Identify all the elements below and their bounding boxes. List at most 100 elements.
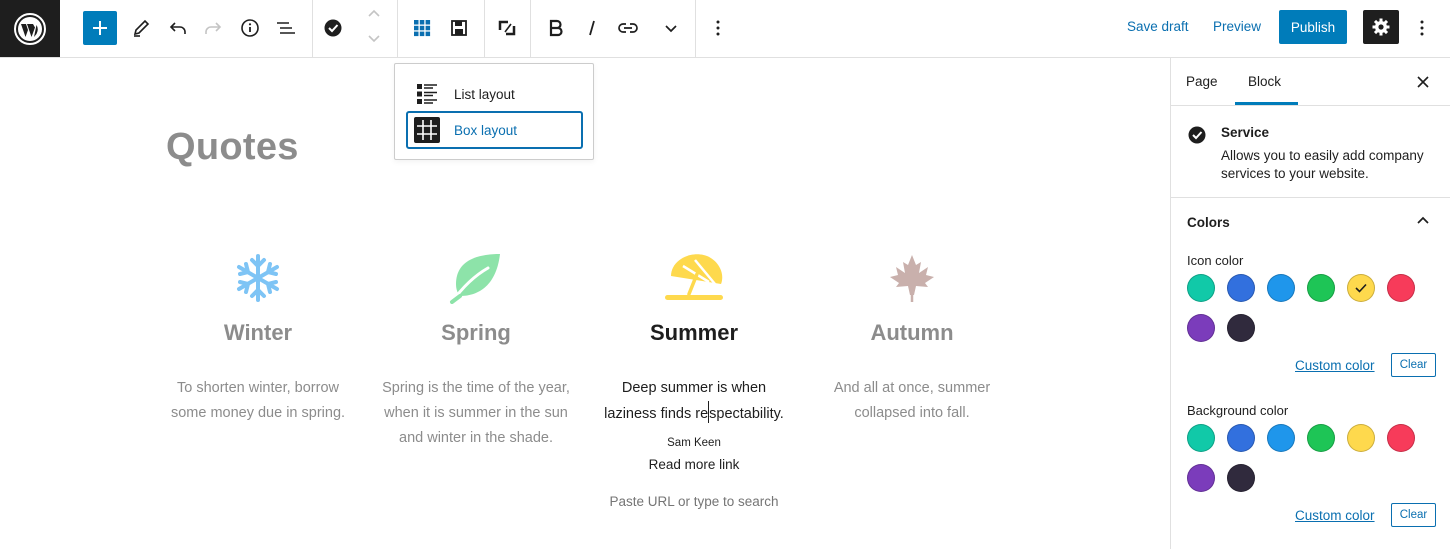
color-swatch[interactable] [1187, 464, 1215, 492]
background-color-palette [1187, 424, 1415, 452]
transform-icon[interactable] [490, 11, 524, 45]
color-swatch[interactable] [1187, 424, 1215, 452]
service-heading[interactable]: Autumn [812, 320, 1012, 346]
snowflake-icon [158, 250, 358, 306]
leaf-icon [376, 250, 576, 306]
toolbar-divider [484, 0, 485, 57]
quote-line-1: Deep summer is when [621, 380, 767, 396]
more-menu-vertical-icon[interactable] [1405, 11, 1439, 45]
colors-panel-header[interactable]: Colors [1171, 198, 1450, 248]
icon-color-palette [1187, 274, 1415, 302]
color-swatch[interactable] [1387, 274, 1415, 302]
block-card: Service Allows you to easily add company… [1171, 106, 1450, 198]
list-layout-option[interactable]: List layout [406, 75, 583, 113]
toolbar-divider [312, 0, 313, 57]
editor-canvas: Quotes Winter To shorten winter, borrow … [0, 58, 1170, 549]
save-draft-button[interactable]: Save draft [1127, 19, 1189, 34]
color-swatch[interactable] [1347, 274, 1375, 302]
publish-button[interactable]: Publish [1279, 10, 1347, 44]
preview-button[interactable]: Preview [1213, 19, 1261, 34]
box-layout-icon [414, 117, 440, 143]
maple-leaf-icon [812, 250, 1012, 306]
close-icon[interactable] [1411, 72, 1435, 92]
quote-author[interactable]: Sam Keen [594, 437, 794, 449]
icon-clear-button[interactable]: Clear [1391, 353, 1436, 377]
more-options-vertical-icon[interactable] [701, 11, 735, 45]
quote-line-2b: spectability. [709, 406, 784, 422]
redo-icon[interactable] [196, 11, 230, 45]
read-more-link[interactable]: Read more link [594, 457, 794, 472]
page-title[interactable]: Quotes [166, 126, 299, 169]
icon-color-label: Icon color [1187, 253, 1244, 268]
active-tab-indicator [1235, 102, 1298, 105]
chevron-up-icon[interactable] [1414, 212, 1432, 235]
grid-layout-icon[interactable] [405, 11, 439, 45]
color-swatch[interactable] [1347, 424, 1375, 452]
color-swatch[interactable] [1267, 424, 1295, 452]
link-icon[interactable] [611, 11, 645, 45]
service-quote-text[interactable]: Deep summer is when laziness finds respe… [594, 376, 794, 427]
list-layout-icon [414, 81, 440, 107]
color-swatch[interactable] [1227, 464, 1255, 492]
service-heading[interactable]: Winter [158, 320, 358, 346]
quote-line-2a: laziness finds re [604, 406, 709, 422]
tab-page[interactable]: Page [1186, 74, 1218, 89]
color-swatch[interactable] [1227, 424, 1255, 452]
service-heading[interactable]: Spring [376, 320, 576, 346]
color-swatch[interactable] [1307, 274, 1335, 302]
color-swatch[interactable] [1307, 424, 1335, 452]
italic-icon[interactable] [575, 11, 609, 45]
block-description: Allows you to easily add company service… [1221, 148, 1424, 181]
color-swatch[interactable] [1187, 314, 1215, 342]
layout-popover: List layout Box layout [394, 63, 594, 160]
undo-icon[interactable] [161, 11, 195, 45]
check-circle-icon[interactable] [316, 11, 350, 45]
service-heading[interactable]: Summer [594, 320, 794, 346]
list-view-icon[interactable] [269, 11, 303, 45]
add-block-button[interactable] [83, 11, 117, 45]
toolbar-divider [695, 0, 696, 57]
more-formats-chevron-down-icon[interactable] [654, 11, 688, 45]
service-column-winter[interactable]: Winter To shorten winter, borrow some mo… [158, 250, 358, 426]
pencil-icon[interactable] [124, 11, 158, 45]
box-layout-option[interactable]: Box layout [406, 111, 583, 149]
gear-icon[interactable] [1363, 10, 1399, 44]
wordpress-logo-icon[interactable] [0, 0, 60, 57]
toolbar-divider [530, 0, 531, 57]
beach-umbrella-icon [594, 250, 794, 306]
save-icon[interactable] [442, 11, 476, 45]
settings-sidebar: Page Block Service Allows you to easily … [1170, 58, 1450, 549]
colors-panel-title: Colors [1187, 215, 1230, 230]
check-circle-icon [1187, 125, 1207, 150]
color-swatch[interactable] [1267, 274, 1295, 302]
move-up-icon[interactable] [362, 4, 386, 27]
color-swatch[interactable] [1227, 314, 1255, 342]
toolbar-divider [397, 0, 398, 57]
background-clear-button[interactable]: Clear [1391, 503, 1436, 527]
background-color-label: Background color [1187, 403, 1289, 418]
checkmark-icon [1355, 283, 1367, 293]
info-icon[interactable] [233, 11, 267, 45]
color-swatch[interactable] [1187, 274, 1215, 302]
color-swatch[interactable] [1227, 274, 1255, 302]
service-column-summer[interactable]: Summer Deep summer is when laziness find… [594, 250, 794, 509]
color-swatch[interactable] [1387, 424, 1415, 452]
background-custom-color-button[interactable]: Custom color [1295, 508, 1375, 523]
service-text[interactable]: And all at once, summer collapsed into f… [812, 376, 1012, 426]
service-column-spring[interactable]: Spring Spring is the time of the year, w… [376, 250, 576, 451]
sidebar-tabs: Page Block [1171, 58, 1450, 106]
bold-icon[interactable] [539, 11, 573, 45]
service-text[interactable]: Spring is the time of the year, when it … [376, 376, 576, 451]
url-search-input[interactable]: Paste URL or type to search [594, 494, 794, 509]
colors-panel: Colors Icon color Custom color Clear Bac… [1171, 198, 1450, 548]
move-down-icon[interactable] [362, 30, 386, 53]
list-layout-label: List layout [454, 86, 515, 102]
service-column-autumn[interactable]: Autumn And all at once, summer collapsed… [812, 250, 1012, 426]
editor-toolbar: Save draft Preview Publish [0, 0, 1450, 58]
background-color-palette-row-2 [1187, 464, 1255, 492]
box-layout-label: Box layout [454, 122, 518, 138]
icon-color-palette-row-2 [1187, 314, 1255, 342]
tab-block[interactable]: Block [1248, 74, 1281, 89]
icon-custom-color-button[interactable]: Custom color [1295, 358, 1375, 373]
service-text[interactable]: To shorten winter, borrow some money due… [158, 376, 358, 426]
